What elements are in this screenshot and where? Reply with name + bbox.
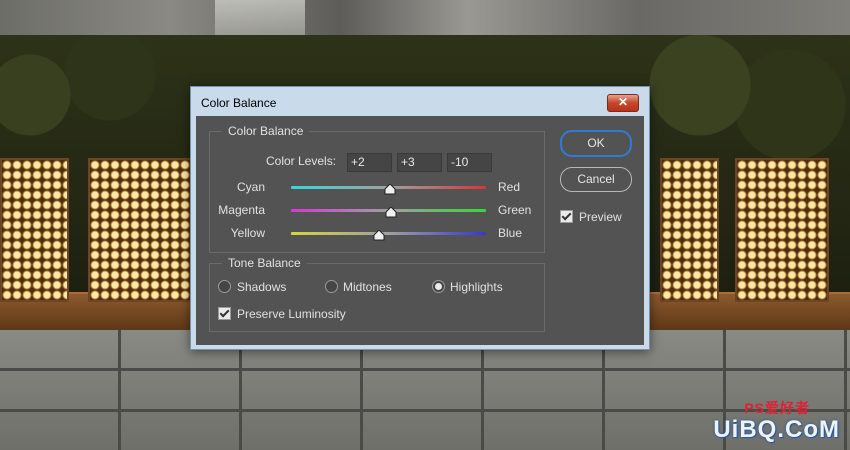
level-field-cyan-red[interactable]: +2 — [347, 153, 392, 172]
preserve-luminosity-label: Preserve Luminosity — [237, 307, 346, 321]
preview-label: Preview — [579, 210, 622, 224]
color-balance-group-label: Color Balance — [222, 124, 310, 138]
radio-label-shadows: Shadows — [237, 280, 287, 294]
radio-label-midtones: Midtones — [343, 280, 392, 294]
watermark-text: UiBQ.CoM — [713, 416, 840, 443]
radio-label-highlights: Highlights — [450, 280, 503, 294]
dialog-title: Color Balance — [201, 96, 277, 110]
slider-thumb-icon — [384, 184, 396, 195]
slider-label-yellow: Yellow — [230, 226, 265, 240]
marquee-letter-o — [660, 158, 719, 302]
dialog-body: Color Balance Color Levels: +2 +3 -10 Cy… — [196, 116, 644, 345]
radio-shadows[interactable] — [218, 280, 231, 293]
cancel-button[interactable]: Cancel — [560, 167, 632, 192]
tone-balance-group: Tone Balance Shadows Midtones Highlights… — [209, 256, 545, 332]
level-field-yellow-blue[interactable]: -10 — [447, 153, 492, 172]
watermark: PS爱好者 UiBQ.CoM — [713, 400, 840, 444]
radio-midtones[interactable] — [325, 280, 338, 293]
slider-label-red: Red — [498, 180, 521, 194]
preview-checkbox[interactable] — [560, 210, 573, 223]
color-balance-group: Color Balance Color Levels: +2 +3 -10 Cy… — [209, 124, 545, 253]
slider-label-green: Green — [498, 203, 532, 217]
slider-label-cyan: Cyan — [236, 180, 265, 194]
yellow-blue-slider[interactable] — [291, 230, 486, 241]
color-levels-label: Color Levels: — [266, 154, 337, 168]
slider-label-blue: Blue — [498, 226, 523, 240]
preserve-luminosity-checkbox[interactable] — [218, 307, 231, 320]
marquee-letter-e — [88, 158, 192, 302]
marquee-letter-w — [0, 158, 69, 302]
level-field-magenta-green[interactable]: +3 — [397, 153, 442, 172]
color-balance-dialog: Color Balance ✕ Color Balance Color Leve… — [190, 86, 650, 350]
magenta-green-slider[interactable] — [291, 207, 486, 218]
ok-button[interactable]: OK — [560, 130, 632, 157]
marquee-letter-m — [735, 158, 829, 302]
cyan-red-slider[interactable] — [291, 184, 486, 195]
close-button[interactable]: ✕ — [607, 94, 639, 112]
slider-thumb-icon — [385, 207, 397, 218]
slider-label-magenta: Magenta — [218, 203, 265, 217]
dialog-titlebar[interactable]: Color Balance ✕ — [191, 87, 649, 115]
slider-thumb-icon — [373, 230, 385, 241]
tone-balance-group-label: Tone Balance — [222, 256, 307, 270]
watermark-sub: PS爱好者 — [744, 400, 810, 416]
radio-highlights[interactable] — [432, 280, 445, 293]
